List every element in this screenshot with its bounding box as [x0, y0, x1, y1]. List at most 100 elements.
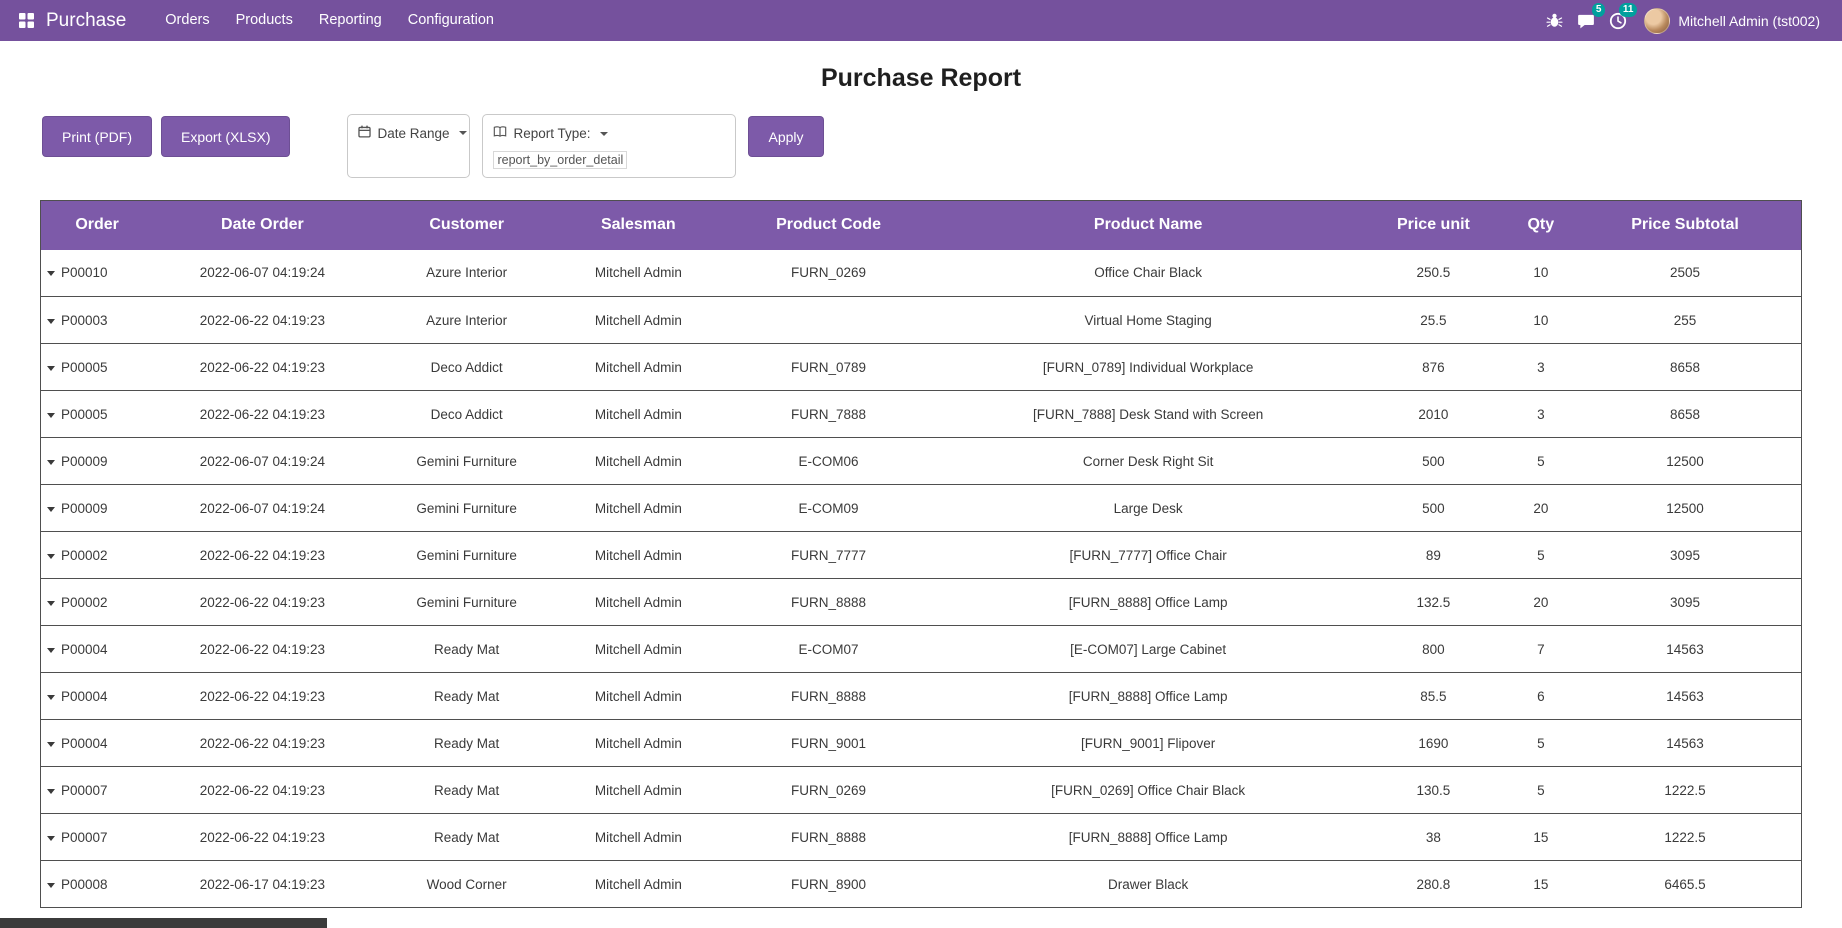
report-type-dropdown[interactable]: Report Type: report_by_order_detail	[482, 114, 737, 178]
order-cell: P00008	[40, 860, 154, 908]
menu-orders[interactable]: Orders	[152, 0, 222, 41]
product-code-cell: FURN_7777	[714, 531, 943, 579]
qty-cell: 3	[1512, 390, 1569, 438]
app-brand[interactable]: Purchase	[46, 10, 126, 32]
col-order: Order	[40, 200, 154, 250]
expand-caret-icon[interactable]	[47, 412, 55, 418]
table-row: P00005 2022-06-22 04:19:23 Deco Addict M…	[40, 390, 1802, 438]
salesman-cell: Mitchell Admin	[561, 390, 715, 438]
report-type-value: report_by_order_detail	[493, 151, 628, 169]
price-unit-cell: 38	[1354, 813, 1513, 861]
table-row: P00007 2022-06-22 04:19:23 Ready Mat Mit…	[40, 813, 1802, 861]
user-name: Mitchell Admin (tst002)	[1678, 12, 1820, 29]
date-order-cell: 2022-06-17 04:19:23	[153, 860, 372, 908]
expand-caret-icon[interactable]	[47, 694, 55, 700]
table-row: P00004 2022-06-22 04:19:23 Ready Mat Mit…	[40, 625, 1802, 673]
salesman-cell: Mitchell Admin	[561, 813, 715, 861]
table-row: P00009 2022-06-07 04:19:24 Gemini Furnit…	[40, 437, 1802, 485]
expand-caret-icon[interactable]	[47, 741, 55, 747]
price-unit-cell: 130.5	[1354, 766, 1513, 814]
export-xlsx-button[interactable]: Export (XLSX)	[161, 116, 291, 157]
apps-grid-icon[interactable]	[14, 0, 38, 41]
price-unit-cell: 280.8	[1354, 860, 1513, 908]
expand-caret-icon[interactable]	[47, 459, 55, 465]
product-code-cell: FURN_8888	[714, 672, 943, 720]
expand-caret-icon[interactable]	[47, 788, 55, 794]
order-cell: P00004	[40, 625, 154, 673]
date-range-toggle[interactable]: Date Range	[358, 125, 467, 141]
product-name-cell: [FURN_0789] Individual Workplace	[942, 343, 1355, 391]
price-subtotal-cell: 12500	[1569, 484, 1802, 532]
customer-cell: Ready Mat	[371, 719, 562, 767]
expand-caret-icon[interactable]	[47, 271, 55, 277]
expand-caret-icon[interactable]	[47, 882, 55, 888]
salesman-cell: Mitchell Admin	[561, 625, 715, 673]
customer-cell: Ready Mat	[371, 766, 562, 814]
expand-caret-icon[interactable]	[47, 365, 55, 371]
expand-caret-icon[interactable]	[47, 600, 55, 606]
purchase-report-table: Order Date Order Customer Salesman Produ…	[40, 200, 1802, 908]
apply-button[interactable]: Apply	[748, 116, 824, 157]
customer-cell: Azure Interior	[371, 296, 562, 344]
order-cell: P00009	[40, 484, 154, 532]
date-order-cell: 2022-06-22 04:19:23	[153, 531, 372, 579]
customer-cell: Wood Corner	[371, 860, 562, 908]
table-row: P00003 2022-06-22 04:19:23 Azure Interio…	[40, 296, 1802, 344]
table-row: P00007 2022-06-22 04:19:23 Ready Mat Mit…	[40, 766, 1802, 814]
calendar-icon	[358, 125, 372, 141]
print-pdf-button[interactable]: Print (PDF)	[42, 116, 152, 157]
product-name-cell: [FURN_9001] Flipover	[942, 719, 1355, 767]
price-subtotal-cell: 14563	[1569, 625, 1802, 673]
debug-bug-icon[interactable]	[1538, 0, 1570, 41]
menu-reporting[interactable]: Reporting	[306, 0, 395, 41]
chevron-down-icon	[599, 131, 608, 136]
menu-products[interactable]: Products	[223, 0, 306, 41]
customer-cell: Gemini Furniture	[371, 578, 562, 626]
expand-caret-icon[interactable]	[47, 835, 55, 841]
expand-caret-icon[interactable]	[47, 506, 55, 512]
price-unit-cell: 876	[1354, 343, 1513, 391]
activities-icon[interactable]: 11	[1602, 0, 1638, 41]
expand-caret-icon[interactable]	[47, 553, 55, 559]
product-code-cell: FURN_7888	[714, 390, 943, 438]
messages-icon[interactable]: 5	[1570, 0, 1606, 41]
order-cell: P00005	[40, 343, 154, 391]
order-cell: P00002	[40, 531, 154, 579]
customer-cell: Ready Mat	[371, 672, 562, 720]
date-order-cell: 2022-06-22 04:19:23	[153, 766, 372, 814]
order-cell: P00002	[40, 578, 154, 626]
qty-cell: 5	[1512, 766, 1569, 814]
price-subtotal-cell: 1222.5	[1569, 813, 1802, 861]
date-order-cell: 2022-06-22 04:19:23	[153, 813, 372, 861]
price-subtotal-cell: 12500	[1569, 437, 1802, 485]
qty-cell: 5	[1512, 437, 1569, 485]
customer-cell: Ready Mat	[371, 625, 562, 673]
report-type-toggle[interactable]: Report Type:	[493, 125, 725, 142]
salesman-cell: Mitchell Admin	[561, 484, 715, 532]
user-menu[interactable]: Mitchell Admin (tst002)	[1634, 7, 1820, 34]
customer-cell: Deco Addict	[371, 390, 562, 438]
menu-configuration[interactable]: Configuration	[395, 0, 507, 41]
price-unit-cell: 132.5	[1354, 578, 1513, 626]
activities-badge: 11	[1618, 3, 1638, 17]
date-order-cell: 2022-06-22 04:19:23	[153, 672, 372, 720]
qty-cell: 7	[1512, 625, 1569, 673]
expand-caret-icon[interactable]	[47, 647, 55, 653]
price-unit-cell: 500	[1354, 437, 1513, 485]
date-range-dropdown[interactable]: Date Range	[347, 114, 471, 178]
qty-cell: 20	[1512, 578, 1569, 626]
product-name-cell: [E-COM07] Large Cabinet	[942, 625, 1355, 673]
table-row: P00004 2022-06-22 04:19:23 Ready Mat Mit…	[40, 672, 1802, 720]
order-cell: P00007	[40, 813, 154, 861]
table-row: P00002 2022-06-22 04:19:23 Gemini Furnit…	[40, 531, 1802, 579]
date-order-cell: 2022-06-22 04:19:23	[153, 390, 372, 438]
table-row: P00010 2022-06-07 04:19:24 Azure Interio…	[40, 249, 1802, 297]
table-row: P00005 2022-06-22 04:19:23 Deco Addict M…	[40, 343, 1802, 391]
price-unit-cell: 25.5	[1354, 296, 1513, 344]
expand-caret-icon[interactable]	[47, 318, 55, 324]
order-cell: P00009	[40, 437, 154, 485]
salesman-cell: Mitchell Admin	[561, 860, 715, 908]
date-order-cell: 2022-06-07 04:19:24	[153, 249, 372, 297]
col-customer: Customer	[371, 200, 562, 250]
product-name-cell: Corner Desk Right Sit	[942, 437, 1355, 485]
